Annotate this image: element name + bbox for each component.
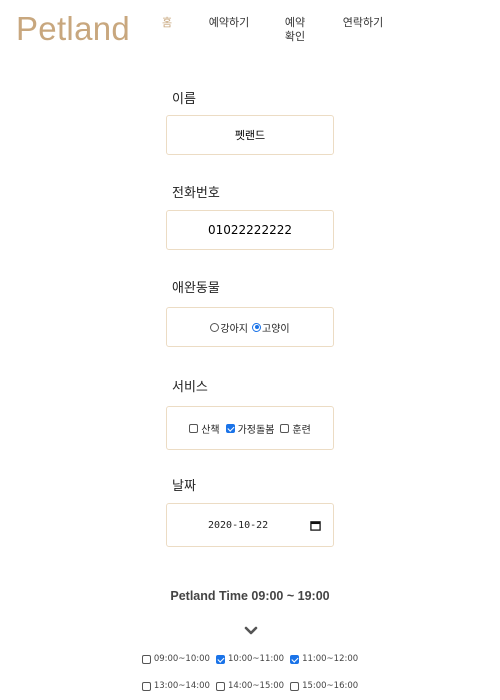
slot-label: 15:00~16:00 — [302, 681, 359, 691]
slot-checkbox[interactable] — [215, 681, 225, 691]
service-checkbox-group: 산책 가정돌봄 훈련 — [166, 406, 334, 450]
service-training[interactable]: 훈련 — [280, 421, 311, 436]
time-slots-row-1: 09:00~10:00 10:00~11:00 11:00~12:00 — [0, 654, 500, 664]
service-walk-label: 산책 — [201, 424, 220, 436]
slot-checkbox[interactable] — [290, 654, 300, 664]
slot-checkbox[interactable] — [141, 681, 151, 691]
date-value: 2020-10-22 — [208, 519, 269, 531]
name-input[interactable] — [173, 127, 327, 143]
radio-cat[interactable] — [252, 322, 261, 332]
time-slot[interactable]: 13:00~14:00 — [141, 681, 210, 691]
time-slot[interactable]: 10:00~11:00 — [215, 654, 285, 664]
slot-label: 13:00~14:00 — [153, 681, 210, 691]
chevron-down-icon[interactable] — [244, 626, 258, 636]
nav-home[interactable]: 홈 — [160, 16, 174, 30]
calendar-icon[interactable] — [310, 520, 321, 531]
time-slot[interactable]: 11:00~12:00 — [290, 654, 358, 664]
time-slot[interactable]: 14:00~15:00 — [215, 681, 285, 691]
nav-reservation-confirm[interactable]: 예약 확인 — [280, 16, 310, 44]
main-nav: 홈 예약하기 예약 확인 연락하기 — [0, 16, 500, 56]
name-field-box — [166, 115, 334, 155]
phone-field-box — [166, 210, 334, 250]
time-slot[interactable]: 15:00~16:00 — [290, 681, 358, 691]
pet-label: 애완동물 — [172, 281, 220, 296]
pet-option-cat-label: 고양이 — [262, 323, 290, 335]
slot-label: 10:00~11:00 — [227, 654, 285, 664]
checkbox-home-care[interactable] — [225, 423, 235, 433]
time-title: Petland Time 09:00 ~ 19:00 — [170, 589, 330, 603]
phone-input[interactable] — [173, 222, 327, 238]
service-walk[interactable]: 산책 — [189, 421, 220, 436]
name-label: 이름 — [172, 92, 196, 107]
service-training-label: 훈련 — [292, 424, 311, 436]
date-label: 날짜 — [172, 479, 196, 494]
pet-option-dog[interactable]: 강아지 — [210, 320, 248, 335]
service-home-care-label: 가정돌봄 — [237, 424, 275, 436]
pet-option-dog-label: 강아지 — [220, 323, 248, 335]
slot-checkbox[interactable] — [215, 654, 225, 664]
pet-radio-group: 강아지 고양이 — [166, 307, 334, 347]
date-input[interactable]: 2020-10-22 — [166, 503, 334, 547]
service-label: 서비스 — [172, 380, 208, 395]
nav-contact[interactable]: 연락하기 — [338, 16, 388, 30]
checkbox-walk[interactable] — [189, 423, 199, 433]
service-home-care[interactable]: 가정돌봄 — [225, 421, 275, 436]
time-slots-row-2: 13:00~14:00 14:00~15:00 15:00~16:00 — [0, 681, 500, 691]
slot-checkbox[interactable] — [290, 681, 300, 691]
slot-label: 09:00~10:00 — [153, 654, 210, 664]
nav-reserve[interactable]: 예약하기 — [204, 16, 254, 30]
phone-label: 전화번호 — [172, 186, 220, 201]
slot-label: 11:00~12:00 — [302, 654, 359, 664]
radio-dog[interactable] — [210, 322, 220, 332]
slot-label: 14:00~15:00 — [227, 681, 285, 691]
pet-option-cat[interactable]: 고양이 — [252, 320, 290, 335]
time-slot[interactable]: 09:00~10:00 — [141, 654, 210, 664]
checkbox-training[interactable] — [280, 423, 290, 433]
slot-checkbox[interactable] — [141, 654, 151, 664]
